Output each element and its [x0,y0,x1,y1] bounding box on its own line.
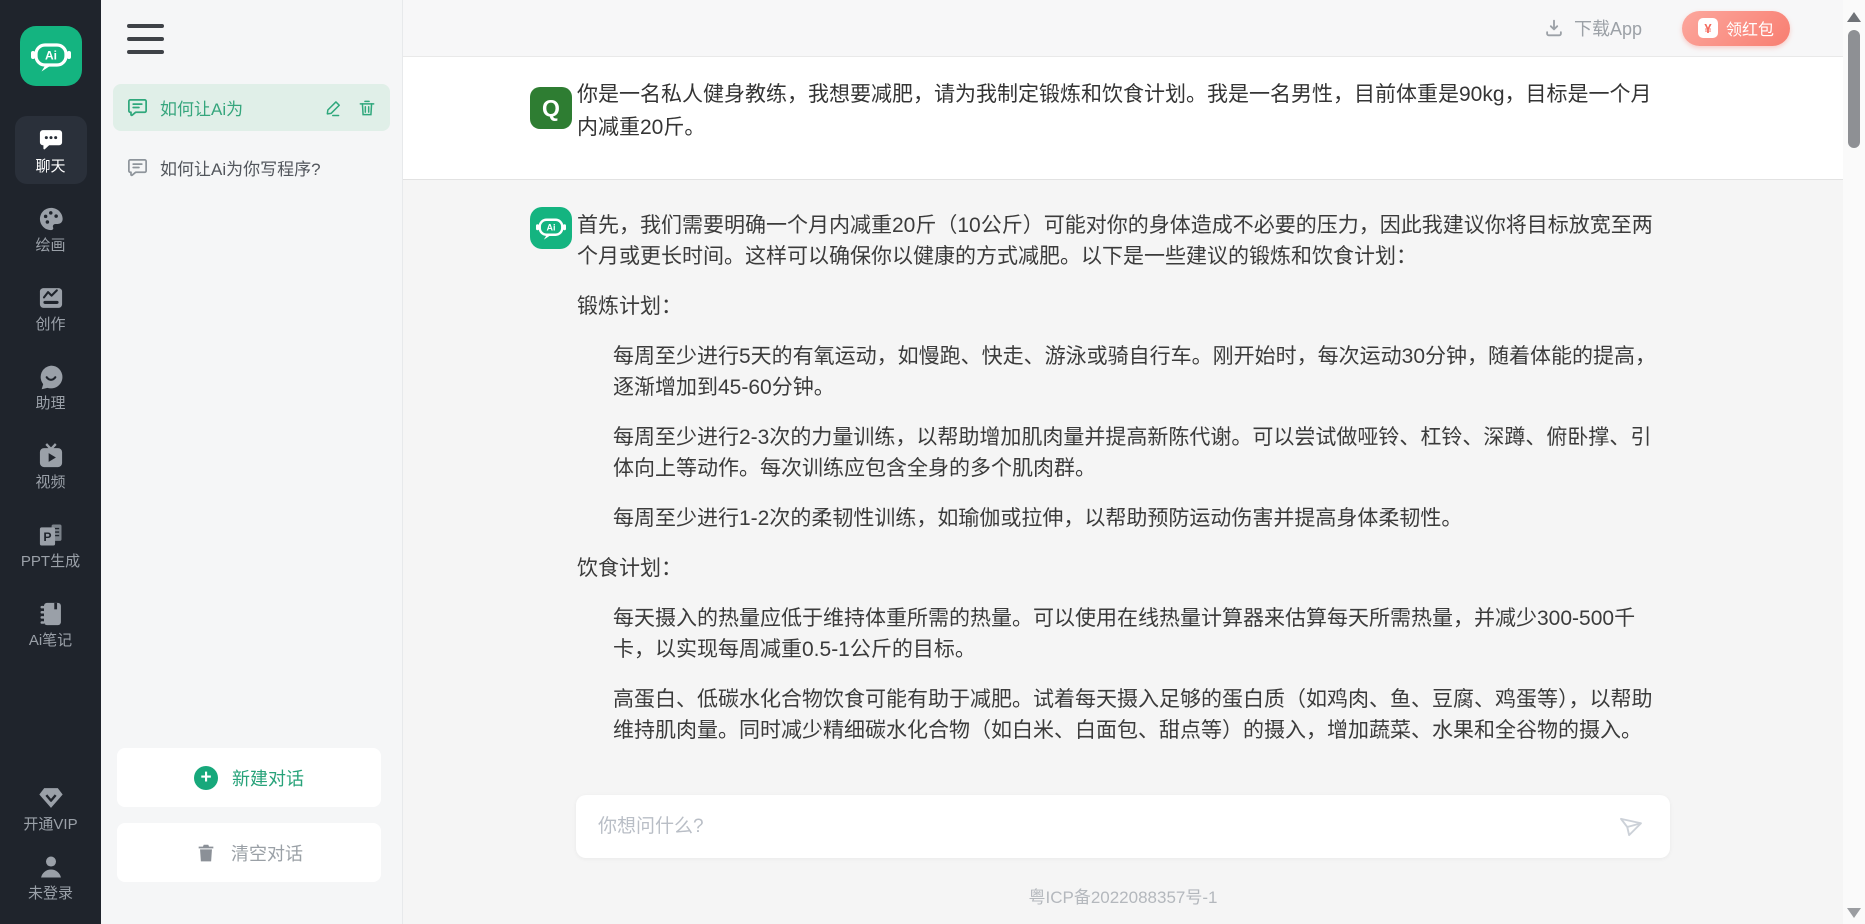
rail-item-vip[interactable]: 开通VIP [15,776,87,841]
rail-item-label: 开通VIP [23,817,77,833]
scrollbar[interactable] [1843,0,1865,924]
answer-paragraph: 高蛋白、低碳水化合物饮食可能有助于减肥。试着每天摄入足够的蛋白质（如鸡肉、鱼、豆… [577,684,1662,746]
new-chat-label: 新建对话 [232,765,304,791]
answer-paragraph: 每天摄入的热量应低于维持体重所需的热量。可以使用在线热量计算器来估算每天所需热量… [577,603,1662,665]
rail-item-ppt[interactable]: P PPT生成 [15,511,87,579]
icp-footer: 粤ICP备2022088357号-1 [403,883,1843,908]
assistant-bubble-icon [37,363,65,391]
conversation-item[interactable]: 如何让Ai为你写程序? [113,144,390,191]
clear-chat-label: 清空对话 [231,840,303,866]
answer-message: Ai 首先，我们需要明确一个月内减重20斤（10公斤）可能对你的身体造成不必要的… [403,180,1865,924]
rail-item-video[interactable]: 视频 [15,432,87,500]
rail-item-label: PPT生成 [21,554,80,570]
clear-chat-button[interactable]: 清空对话 [117,823,381,882]
answer-paragraph: 首先，我们需要明确一个月内减重20斤（10公斤）可能对你的身体造成不必要的压力，… [577,210,1662,272]
create-icon [37,284,65,312]
rail-item-label: 创作 [35,317,65,333]
rail-item-label: 聊天 [35,159,65,175]
download-app-button[interactable]: 下载App [1543,15,1642,41]
answer-text: 首先，我们需要明确一个月内减重20斤（10公斤）可能对你的身体造成不必要的压力，… [577,210,1662,765]
app-root: Ai 聊天绘画创作助理视频PPPT生成Ai笔记 开通VIP未登录 如何让Ai为如… [0,0,1865,924]
red-envelope-icon: ¥ [1698,18,1718,38]
chat-main: 下载App ¥ 领红包 Q 你是一名私人健身教练，我想要减肥，请为我制定锻炼和饮… [403,0,1865,924]
plus-icon: + [194,766,218,790]
rail-item-assistant[interactable]: 助理 [15,353,87,421]
chat-input[interactable] [576,795,1670,858]
video-icon [37,442,65,470]
question-message: Q 你是一名私人健身教练，我想要减肥，请为我制定锻炼和饮食计划。我是一名男性，目… [403,57,1865,180]
palette-icon [37,205,65,233]
scroll-thumb[interactable] [1848,30,1860,148]
left-rail: Ai 聊天绘画创作助理视频 P PPT生成 Ai笔记 开通VIP 未登录 [0,0,101,924]
rail-item-draw[interactable]: 绘画 [15,195,87,263]
svg-text:Ai: Ai [547,223,556,233]
user-avatar: Q [530,87,572,129]
notebook-icon [37,600,65,628]
question-text: 你是一名私人健身教练，我想要减肥，请为我制定锻炼和饮食计划。我是一名男性，目前体… [577,78,1662,144]
conversation-item[interactable]: 如何让Ai为 [113,84,390,131]
user-icon [37,853,65,881]
rail-item-label: Ai笔记 [29,633,72,649]
red-packet-button[interactable]: ¥ 领红包 [1682,11,1790,46]
vip-diamond-icon [37,784,65,812]
app-logo[interactable]: Ai [20,26,82,86]
conversation-title: 如何让Ai为你写程序? [160,155,321,180]
menu-toggle-icon[interactable] [127,24,164,54]
answer-paragraph: 锻炼计划： [577,291,1662,322]
rail-item-chat[interactable]: 聊天 [15,116,87,184]
rail-bottom-nav: 开通VIP 未登录 [15,776,87,914]
conversation-title: 如何让Ai为 [160,95,243,120]
delete-trash-icon[interactable] [357,98,377,118]
answer-paragraph: 每周至少进行1-2次的柔韧性训练，如瑜伽或拉伸，以帮助预防运动伤害并提高身体柔韧… [577,503,1662,534]
edit-pencil-icon[interactable] [324,98,344,118]
conversation-actions [324,98,377,118]
conversation-list: 如何让Ai为如何让Ai为你写程序? [113,84,390,204]
chat-bubble-icon [37,126,65,154]
scroll-down-arrow-icon[interactable] [1847,908,1861,918]
rail-item-create[interactable]: 创作 [15,274,87,342]
ai-avatar: Ai [530,207,572,249]
new-chat-button[interactable]: + 新建对话 [117,748,381,807]
answer-paragraph: 每周至少进行5天的有氧运动，如慢跑、快走、游泳或骑自行车。刚开始时，每次运动30… [577,341,1662,403]
rail-item-label: 绘画 [35,238,65,254]
topbar: 下载App ¥ 领红包 [403,0,1865,57]
answer-paragraph: 每周至少进行2-3次的力量训练，以帮助增加肌肉量并提高新陈代谢。可以尝试做哑铃、… [577,422,1662,484]
rail-item-login[interactable]: 未登录 [15,845,87,910]
composer [576,795,1670,858]
svg-text:P: P [43,530,51,544]
ppt-icon: P [37,521,65,549]
download-icon [1543,17,1565,39]
rail-item-label: 未登录 [28,886,73,902]
trash-icon [195,842,217,864]
conversations-sidebar: 如何让Ai为如何让Ai为你写程序? + 新建对话 清空对话 [101,0,403,924]
answer-paragraph: 饮食计划： [577,553,1662,584]
download-app-label: 下载App [1574,15,1642,41]
rail-item-notes[interactable]: Ai笔记 [15,590,87,658]
scroll-up-arrow-icon[interactable] [1847,12,1861,22]
red-packet-label: 领红包 [1726,16,1774,40]
message-icon [126,156,149,179]
send-icon[interactable] [1614,810,1648,844]
rail-item-label: 助理 [35,396,65,412]
rail-nav: 聊天绘画创作助理视频 P PPT生成 Ai笔记 [15,116,87,669]
rail-item-label: 视频 [35,475,65,491]
svg-text:Ai: Ai [45,49,57,63]
message-icon [126,96,149,119]
